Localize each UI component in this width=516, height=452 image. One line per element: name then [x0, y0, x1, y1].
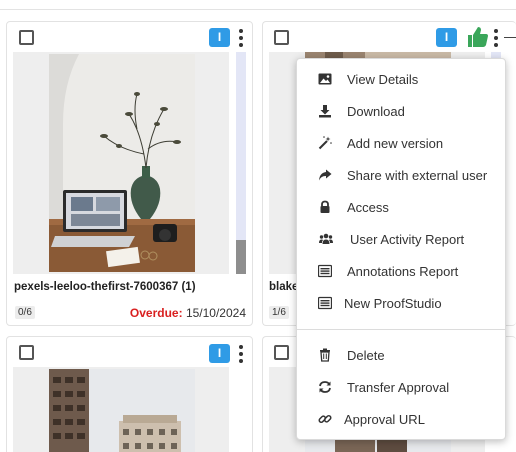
trash-icon	[320, 348, 330, 362]
menu-item-new-proofstudio[interactable]: New ProofStudio	[297, 288, 505, 318]
menu-item-label: Download	[347, 104, 405, 119]
asset-context-menu: View Details Download Add new version Sh…	[296, 58, 506, 440]
select-checkbox[interactable]	[274, 345, 289, 360]
menu-item-access[interactable]: Access	[297, 192, 505, 222]
asset-card-1[interactable]: I pexels-leeloo-thefirst-7600367 (1) 0/6…	[6, 21, 253, 326]
menu-item-label: Approval URL	[344, 412, 425, 427]
asset-title[interactable]: pexels-leeloo-thefirst-7600367 (1)	[14, 281, 196, 293]
download-icon	[319, 105, 331, 118]
thumbnail-frame[interactable]	[13, 367, 229, 452]
status-badge: I	[436, 28, 457, 47]
menu-item-label: Share with external user	[347, 168, 488, 183]
asset-title[interactable]: blake	[269, 281, 298, 293]
menu-item-delete[interactable]: Delete	[297, 340, 505, 370]
link-icon	[318, 414, 332, 424]
select-checkbox[interactable]	[274, 30, 289, 45]
menu-item-label: User Activity Report	[350, 232, 465, 247]
menu-item-label: New ProofStudio	[344, 296, 442, 311]
thumbs-up-icon	[468, 27, 488, 47]
sync-icon	[319, 381, 331, 393]
menu-item-view-details[interactable]: View Details	[297, 64, 505, 94]
asset-card-3[interactable]: I	[6, 336, 253, 452]
menu-item-share-external[interactable]: Share with external user	[297, 160, 505, 190]
menu-item-download[interactable]: Download	[297, 96, 505, 126]
users-icon	[319, 233, 333, 244]
approval-count: 1/6	[269, 306, 289, 319]
select-checkbox[interactable]	[19, 30, 34, 45]
menu-item-label: View Details	[347, 72, 419, 87]
share-arrow-icon	[319, 169, 332, 181]
menu-item-approval-url[interactable]: Approval URL	[297, 404, 505, 434]
menu-item-annotations-report[interactable]: Annotations Report	[297, 256, 505, 286]
menu-pointer-line	[504, 37, 516, 38]
menu-item-label: Delete	[347, 348, 385, 363]
menu-item-add-new-version[interactable]: Add new version	[297, 128, 505, 158]
menu-item-label: Add new version	[347, 136, 444, 151]
more-options-icon[interactable]	[491, 28, 501, 48]
menu-item-label: Access	[347, 200, 389, 215]
menu-item-label: Annotations Report	[347, 264, 459, 279]
scrollbar-thumb[interactable]	[236, 240, 246, 274]
thumbnail-frame[interactable]	[13, 52, 229, 274]
magic-wand-icon	[318, 136, 332, 150]
image-icon	[318, 73, 332, 85]
status-badge: I	[209, 344, 230, 363]
due-date: 15/10/2024	[185, 306, 246, 320]
status-badge: I	[209, 28, 230, 47]
lock-icon	[320, 200, 330, 213]
menu-divider	[297, 329, 505, 330]
thumbnail-image	[49, 54, 195, 272]
menu-item-label: Transfer Approval	[347, 380, 450, 395]
select-checkbox[interactable]	[19, 345, 34, 360]
list-report-icon	[318, 296, 332, 310]
approval-count: 0/6	[15, 306, 35, 319]
overdue-label: Overdue:	[129, 306, 183, 320]
due-date-info: Overdue: 15/10/2024	[130, 306, 246, 320]
thumbnail-scrollbar[interactable]	[236, 52, 246, 274]
top-divider	[0, 9, 516, 10]
menu-item-user-activity-report[interactable]: User Activity Report	[297, 224, 505, 254]
menu-item-transfer-approval[interactable]: Transfer Approval	[297, 372, 505, 402]
more-options-icon[interactable]	[236, 28, 246, 48]
more-options-icon[interactable]	[236, 344, 246, 364]
list-report-icon	[318, 264, 332, 278]
thumbnail-image	[49, 369, 195, 452]
